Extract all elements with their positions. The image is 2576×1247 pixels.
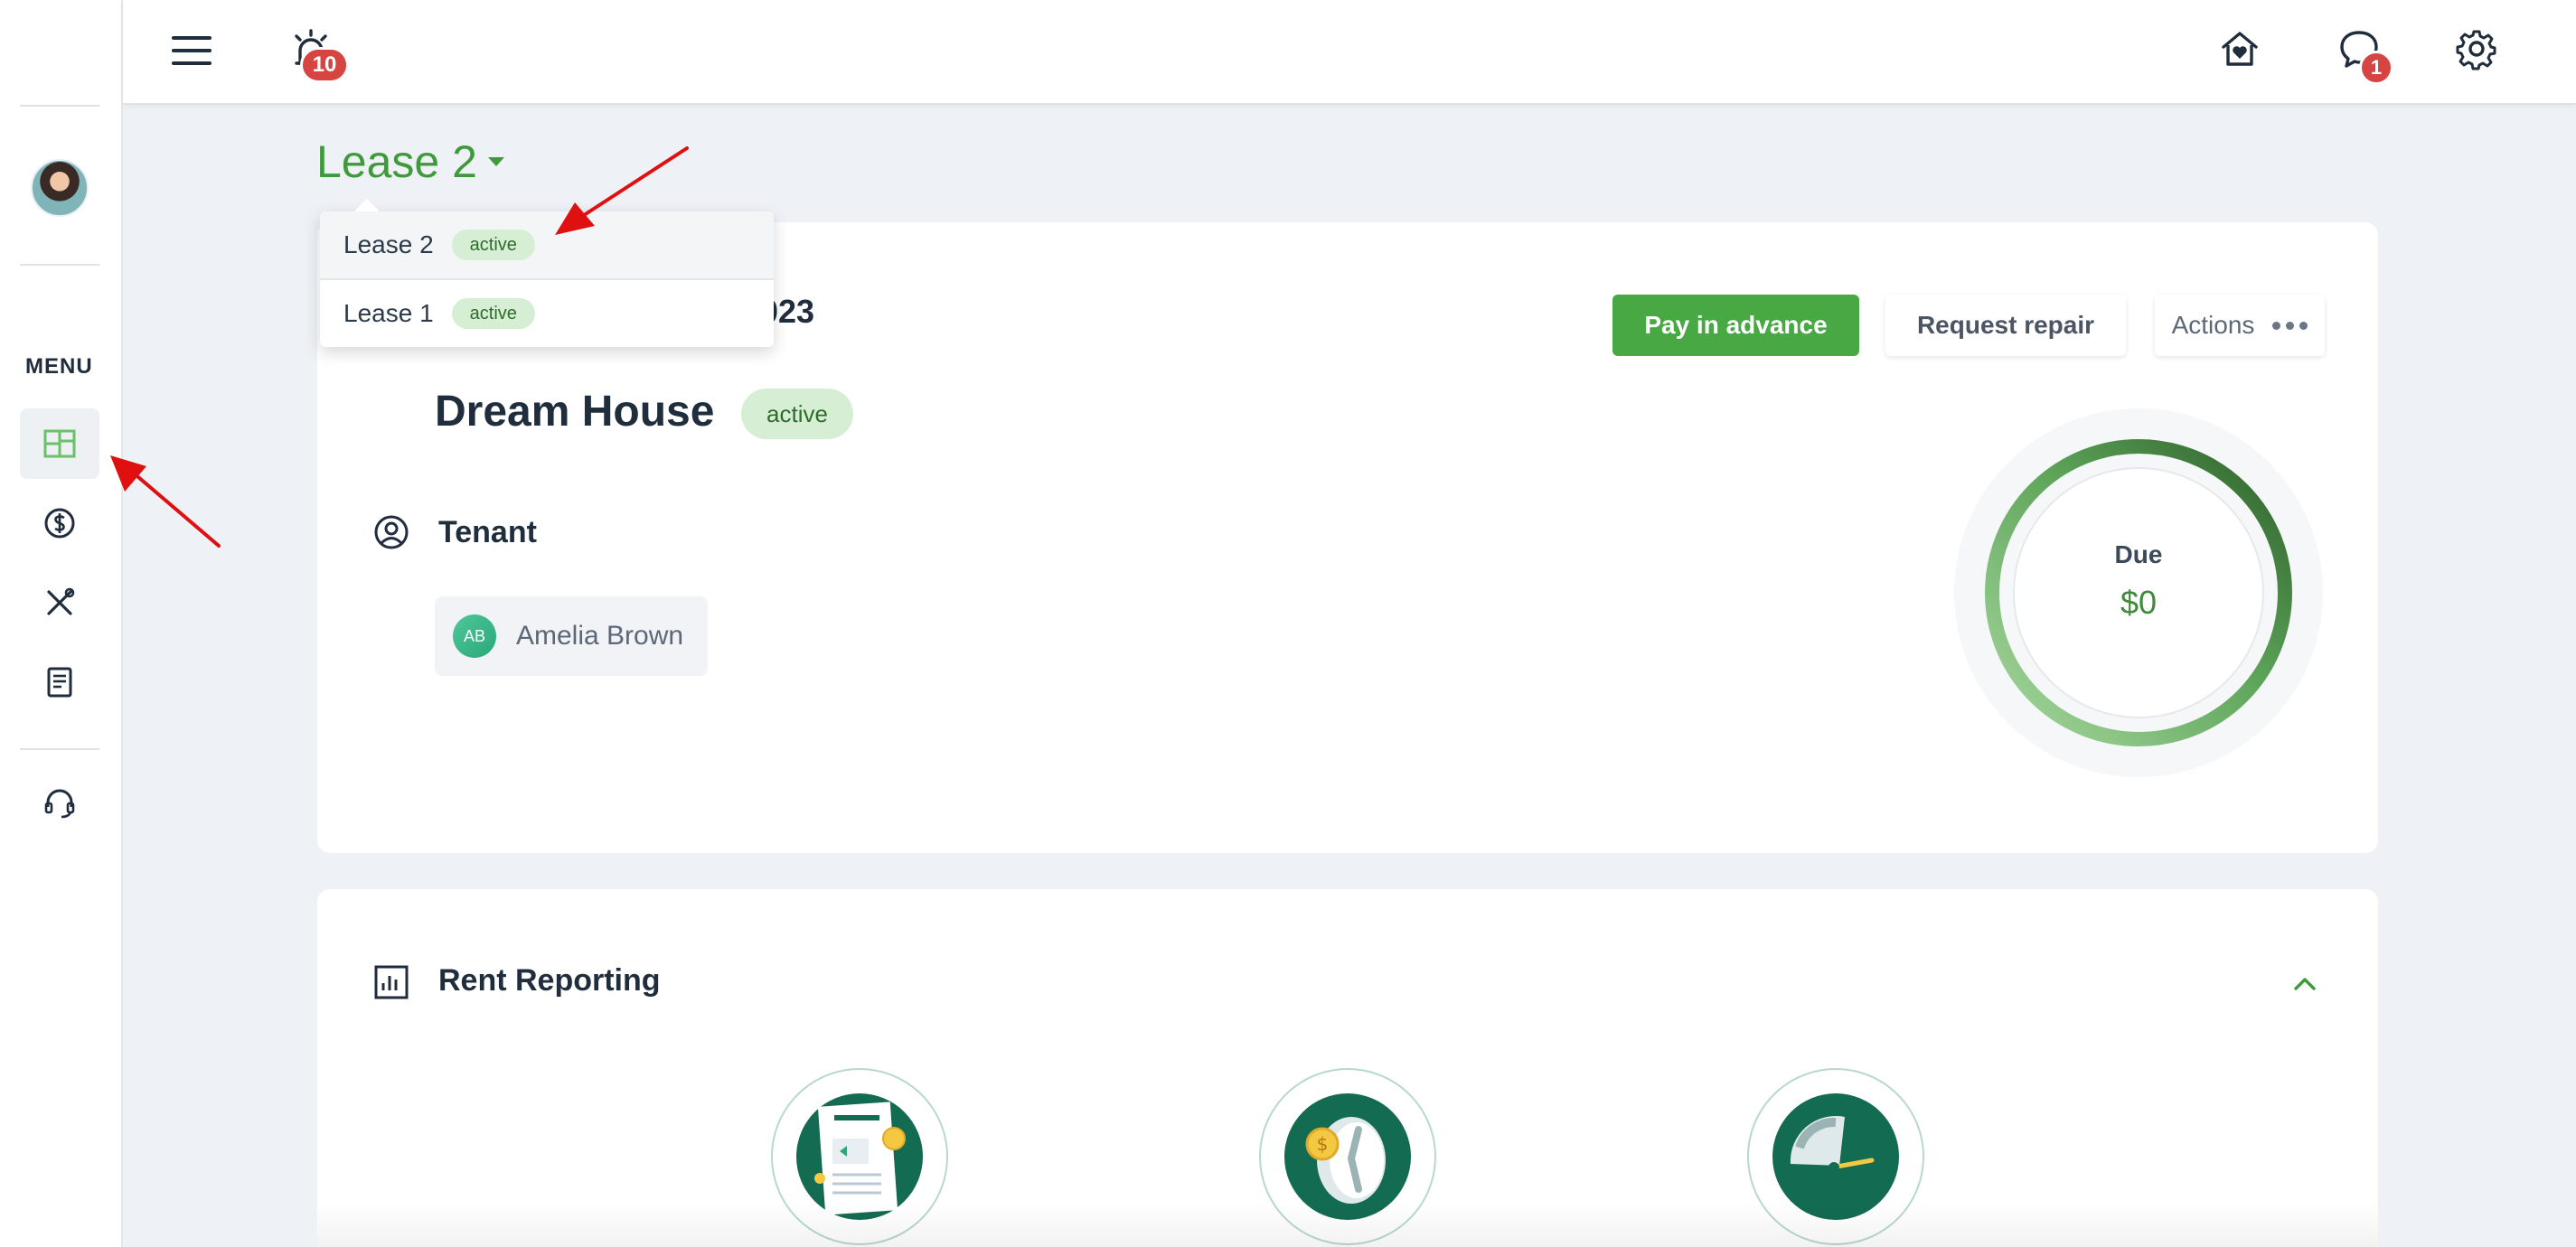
report-document-illustration [771,1068,948,1245]
menu-label: MENU [25,354,93,379]
credit-gauge-illustration [1747,1068,1924,1245]
sidebar-divider [20,748,99,750]
settings-button[interactable] [2453,25,2500,72]
caret-down-icon [487,157,504,166]
user-circle-icon [374,515,409,549]
payment-clock-illustration: $ [1259,1068,1436,1245]
lease-selector-label: Lease 2 [316,136,477,187]
hamburger-menu-icon [172,36,212,65]
rent-reporting-heading: Rent Reporting [438,963,661,998]
svg-text:$: $ [1317,1133,1329,1155]
tenant-heading: Tenant [438,515,537,549]
messages-badge: 1 [2359,51,2393,85]
sidebar: MENU [0,0,123,1247]
document-icon [47,667,72,698]
dashboard-icon [43,429,76,458]
sidebar-item-support[interactable] [20,768,99,839]
lease-status-badge: active [451,230,535,260]
sidebar-divider [20,264,99,266]
sidebar-item-dashboard[interactable] [20,408,99,479]
dollar-circle-icon [44,508,75,539]
lease-dropdown-menu: Lease 2 active Lease 1 active [320,199,774,347]
tenant-avatar: AB [453,614,496,658]
home-button[interactable] [2216,25,2263,72]
pay-in-advance-button[interactable]: Pay in advance [1612,295,1859,356]
hamburger-menu-button[interactable] [168,27,215,74]
tenant-name: Amelia Brown [516,621,684,651]
lease-option-lease-1[interactable]: Lease 1 active [320,280,774,347]
user-avatar[interactable] [31,159,89,217]
property-status-badge: active [741,389,853,439]
sidebar-item-documents[interactable] [20,647,99,717]
sidebar-item-maintenance[interactable] [20,567,99,638]
sidebar-item-payments[interactable] [20,488,99,558]
tenant-chip[interactable]: AB Amelia Brown [435,596,708,676]
chevron-up-icon[interactable] [2287,969,2323,998]
property-name: Dream House [435,388,715,436]
alarm-badge: 10 [300,47,349,83]
lease-option-label: Lease 1 [343,299,434,327]
due-amount: $0 [2120,584,2158,621]
lease-status-badge: active [451,298,535,329]
headset-icon [44,789,75,819]
lease-option-label: Lease 2 [343,230,434,258]
request-repair-button[interactable]: Request repair [1885,295,2126,356]
due-label: Due [2114,540,2163,568]
tools-icon [47,587,75,615]
home-heart-icon [2222,32,2258,66]
lease-selector[interactable]: Lease 2 [316,136,504,188]
bar-chart-icon [374,965,409,999]
more-dots-icon [2272,321,2308,330]
sidebar-divider [20,105,99,107]
gear-icon [2456,30,2496,70]
actions-button[interactable]: Actions [2155,295,2325,356]
top-bar [123,0,2576,105]
lease-option-lease-2[interactable]: Lease 2 active [320,211,774,278]
actions-label: Actions [2171,311,2255,339]
